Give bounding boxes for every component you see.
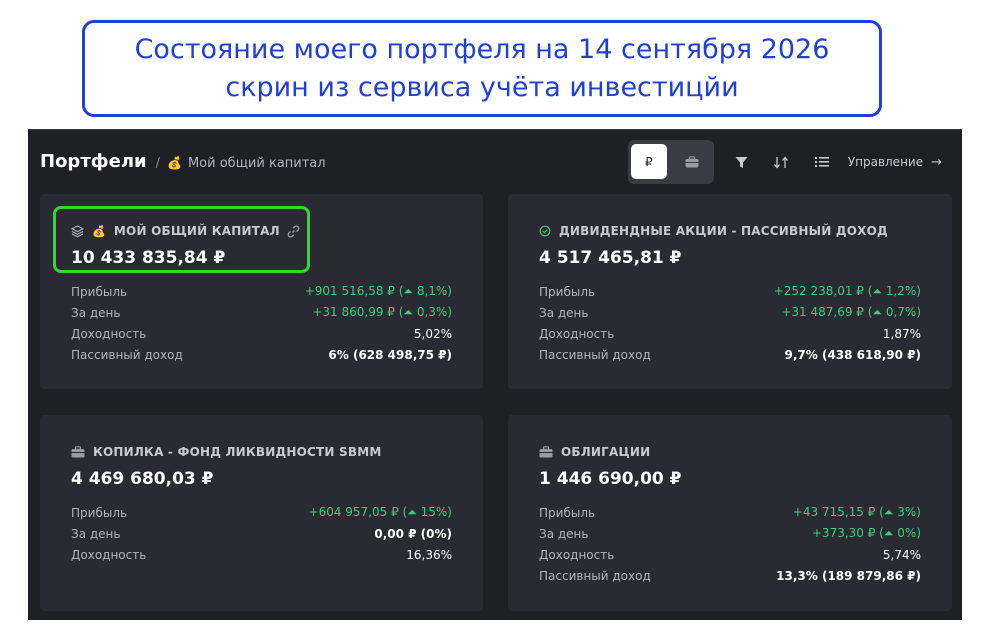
metric-row-day: За день +31 860,99 ₽ (⏶ 0,3%) bbox=[71, 302, 452, 323]
card-title-text: ОБЛИГАЦИИ bbox=[561, 445, 651, 459]
metric-row-yield: Доходность 16,36% bbox=[71, 544, 452, 565]
card-total-value: 4 469 680,03 ₽ bbox=[71, 469, 214, 489]
card-title: КОПИЛКА - ФОНД ЛИКВИДНОСТИ SBMM bbox=[71, 445, 382, 459]
metric-value: 16,36% bbox=[406, 547, 452, 562]
metric-label: Прибыль bbox=[71, 284, 128, 299]
metric-value: 5,74% bbox=[882, 547, 921, 562]
metric-value: +31 487,69 ₽ (⏶ 0,7%) bbox=[781, 305, 921, 319]
breadcrumb: Портфели / 💰 Мой общий капитал bbox=[40, 151, 326, 172]
metric-label: Доходность bbox=[71, 326, 147, 341]
manage-label: Управление bbox=[847, 155, 924, 169]
metric-label: Прибыль bbox=[539, 505, 596, 520]
page-title[interactable]: Портфели bbox=[40, 151, 147, 172]
metric-value: 6% (628 498,75 ₽) bbox=[328, 347, 452, 362]
metric-value: +901 516,58 ₽ (⏶ 8,1%) bbox=[304, 284, 452, 298]
caption-line-2: скрин из сервиса учёта инвестицйи bbox=[225, 71, 739, 103]
metric-row-profit: Прибыль +604 957,05 ₽ (⏶ 15%) bbox=[71, 502, 452, 523]
metric-label: Доходность bbox=[71, 547, 147, 562]
toolbar: ₽ Управление → bbox=[627, 140, 942, 184]
metric-label: Прибыль bbox=[539, 284, 596, 299]
metric-row-passive: Пассивный доход 9,7% (438 618,90 ₽) bbox=[539, 344, 921, 365]
briefcase-view-button[interactable] bbox=[674, 144, 710, 179]
card-total-value: 1 446 690,00 ₽ bbox=[539, 469, 682, 489]
card-total-value: 4 517 465,81 ₽ bbox=[539, 248, 682, 268]
money-bag-icon: 💰 bbox=[92, 224, 106, 238]
metric-row-yield: Доходность 5,74% bbox=[539, 544, 921, 565]
metric-label: Пассивный доход bbox=[539, 347, 651, 362]
portfolio-card-total[interactable]: 💰 МОЙ ОБЩИЙ КАПИТАЛ 10 433 835,84 ₽ Приб… bbox=[40, 194, 483, 389]
metric-value: +252 238,01 ₽ (⏶ 1,2%) bbox=[773, 284, 921, 298]
metric-row-passive: Пассивный доход 13,3% (189 879,86 ₽) bbox=[539, 565, 921, 586]
metric-label: Доходность bbox=[539, 547, 615, 562]
annotation-caption: Состояние моего портфеля на 14 сентября … bbox=[82, 20, 882, 117]
briefcase-icon bbox=[71, 446, 85, 458]
metric-value: 0,00 ₽ (0%) bbox=[374, 526, 452, 541]
card-metrics: Прибыль +252 238,01 ₽ (⏶ 1,2%) За день +… bbox=[539, 281, 921, 365]
metric-value: +373,30 ₽ (⏶ 0%) bbox=[811, 526, 921, 540]
layers-icon bbox=[71, 224, 84, 238]
metric-row-yield: Доходность 5,02% bbox=[71, 323, 452, 344]
breadcrumb-separator: / bbox=[155, 156, 161, 171]
metric-value: +604 957,05 ₽ (⏶ 15%) bbox=[308, 505, 452, 519]
caption-line-1: Состояние моего портфеля на 14 сентября … bbox=[134, 33, 830, 65]
metric-label: За день bbox=[71, 305, 121, 320]
breadcrumb-current[interactable]: 💰 Мой общий капитал bbox=[167, 156, 326, 171]
check-circle-icon bbox=[539, 225, 551, 237]
card-title-text: ДИВИДЕНДНЫЕ АКЦИИ - ПАССИВНЫЙ ДОХОД bbox=[559, 224, 888, 238]
metric-row-day: За день +31 487,69 ₽ (⏶ 0,7%) bbox=[539, 302, 921, 323]
arrow-right-icon: → bbox=[931, 154, 942, 170]
ruble-icon: ₽ bbox=[644, 154, 653, 169]
metric-value: +31 860,99 ₽ (⏶ 0,3%) bbox=[312, 305, 452, 319]
portfolio-card-dividend[interactable]: ДИВИДЕНДНЫЕ АКЦИИ - ПАССИВНЫЙ ДОХОД 4 51… bbox=[508, 194, 952, 389]
metric-value: +43 715,15 ₽ (⏶ 3%) bbox=[792, 505, 921, 519]
view-toggle: ₽ bbox=[627, 140, 714, 184]
link-icon[interactable] bbox=[287, 224, 300, 238]
sort-icon bbox=[773, 155, 788, 169]
manage-button[interactable]: Управление → bbox=[848, 155, 942, 170]
metric-label: Пассивный доход bbox=[71, 347, 183, 362]
briefcase-icon bbox=[685, 155, 699, 167]
list-view-button[interactable] bbox=[802, 140, 842, 184]
card-title-text: МОЙ ОБЩИЙ КАПИТАЛ bbox=[113, 224, 280, 238]
card-metrics: Прибыль +901 516,58 ₽ (⏶ 8,1%) За день +… bbox=[71, 281, 452, 365]
money-bag-icon: 💰 bbox=[167, 156, 182, 170]
breadcrumb-current-label: Мой общий капитал bbox=[187, 155, 326, 171]
metric-row-profit: Прибыль +901 516,58 ₽ (⏶ 8,1%) bbox=[71, 281, 452, 302]
card-metrics: Прибыль +43 715,15 ₽ (⏶ 3%) За день +373… bbox=[539, 502, 921, 586]
card-title: ОБЛИГАЦИИ bbox=[539, 445, 650, 459]
portfolio-app: Портфели / 💰 Мой общий капитал ₽ Управле… bbox=[28, 129, 962, 620]
metric-value: 5,02% bbox=[413, 326, 452, 341]
filter-icon bbox=[735, 156, 748, 168]
card-title: ДИВИДЕНДНЫЕ АКЦИИ - ПАССИВНЫЙ ДОХОД bbox=[539, 224, 888, 238]
metric-value: 1,87% bbox=[882, 326, 921, 341]
metric-value: 13,3% (189 879,86 ₽) bbox=[776, 568, 921, 583]
metric-row-day: За день 0,00 ₽ (0%) bbox=[71, 523, 452, 544]
metric-label: За день bbox=[71, 526, 121, 541]
currency-view-button[interactable]: ₽ bbox=[630, 144, 667, 179]
metric-label: Доходность bbox=[539, 326, 615, 341]
card-total-value: 10 433 835,84 ₽ bbox=[71, 248, 226, 268]
portfolio-card-savings[interactable]: КОПИЛКА - ФОНД ЛИКВИДНОСТИ SBMM 4 469 68… bbox=[40, 415, 483, 611]
sort-button[interactable] bbox=[762, 140, 802, 184]
metric-label: За день bbox=[539, 526, 589, 541]
metric-value: 9,7% (438 618,90 ₽) bbox=[784, 347, 922, 362]
card-title-text: КОПИЛКА - ФОНД ЛИКВИДНОСТИ SBMM bbox=[93, 445, 382, 459]
metric-row-profit: Прибыль +252 238,01 ₽ (⏶ 1,2%) bbox=[539, 281, 921, 302]
filter-button[interactable] bbox=[722, 140, 762, 184]
card-title: 💰 МОЙ ОБЩИЙ КАПИТАЛ bbox=[71, 224, 300, 238]
metric-row-passive: Пассивный доход 6% (628 498,75 ₽) bbox=[71, 344, 452, 365]
metric-label: Прибыль bbox=[71, 505, 128, 520]
metric-row-profit: Прибыль +43 715,15 ₽ (⏶ 3%) bbox=[539, 502, 921, 523]
briefcase-icon bbox=[539, 446, 553, 458]
card-metrics: Прибыль +604 957,05 ₽ (⏶ 15%) За день 0,… bbox=[71, 502, 452, 565]
metric-row-yield: Доходность 1,87% bbox=[539, 323, 921, 344]
metric-row-day: За день +373,30 ₽ (⏶ 0%) bbox=[539, 523, 921, 544]
metric-label: Пассивный доход bbox=[539, 568, 651, 583]
list-icon bbox=[814, 157, 829, 167]
metric-label: За день bbox=[539, 305, 589, 320]
portfolio-card-bonds[interactable]: ОБЛИГАЦИИ 1 446 690,00 ₽ Прибыль +43 715… bbox=[508, 415, 952, 611]
